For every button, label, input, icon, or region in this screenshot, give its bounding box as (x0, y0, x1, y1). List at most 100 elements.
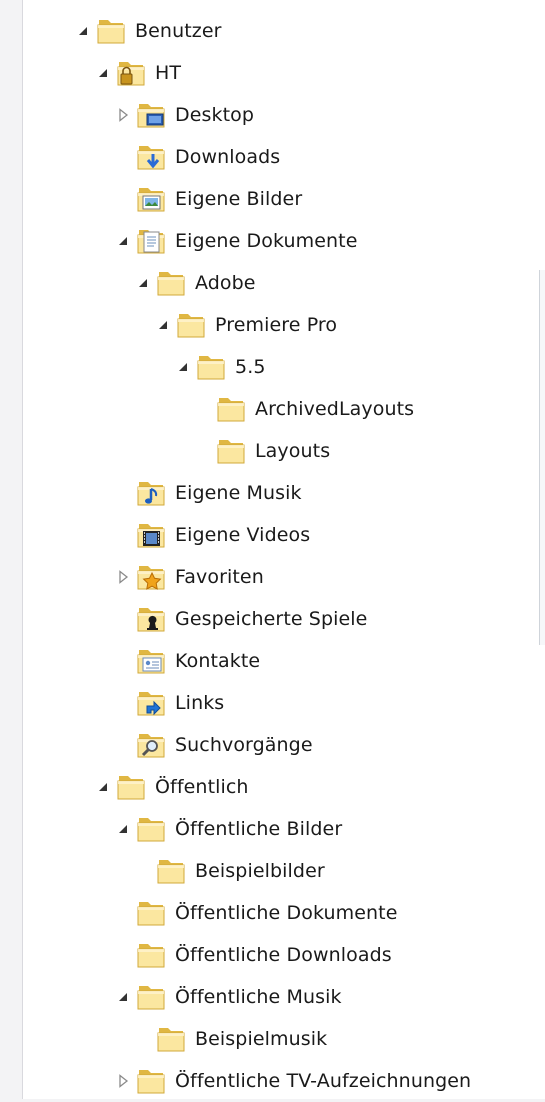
tree-item-label: Benutzer (135, 20, 222, 42)
expanded-arrow-icon[interactable] (153, 315, 173, 335)
tree-item-label: Adobe (195, 272, 256, 294)
tree-item-label: Suchvorgänge (175, 734, 313, 756)
tree-item[interactable]: Eigene Dokumente (113, 220, 358, 262)
documents-folder-icon (135, 225, 167, 257)
tree-item-label: Downloads (175, 146, 281, 168)
folder-icon (215, 393, 247, 425)
expanded-arrow-icon[interactable] (133, 273, 153, 293)
collapsed-arrow-icon[interactable] (113, 1071, 133, 1091)
tree-item-label: Beispielbilder (195, 860, 325, 882)
tree-item-label: Beispielmusik (195, 1028, 328, 1050)
music-folder-icon (135, 477, 167, 509)
tree-item[interactable]: Eigene Musik (113, 472, 302, 514)
expanded-arrow-icon[interactable] (113, 231, 133, 251)
folder-icon (155, 1023, 187, 1055)
folder-icon (135, 981, 167, 1013)
tree-item[interactable]: Suchvorgänge (113, 724, 313, 766)
tree-item[interactable]: Öffentliche Bilder (113, 808, 342, 850)
tree-item[interactable]: 5.5 (173, 346, 266, 388)
tree-item[interactable]: Downloads (113, 136, 280, 178)
tree-item-label: Öffentliche Dokumente (175, 902, 398, 924)
collapsed-arrow-icon[interactable] (113, 567, 133, 587)
tree-item[interactable]: Eigene Bilder (113, 178, 302, 220)
tree-item-label: Öffentlich (155, 776, 249, 798)
collapsed-arrow-icon[interactable] (113, 105, 133, 125)
tree-item[interactable]: Beispielmusik (133, 1018, 327, 1060)
tree-item[interactable]: Links (113, 682, 224, 724)
tree-item[interactable]: Kontakte (113, 640, 260, 682)
folder-icon (135, 813, 167, 845)
saved-games-folder-icon (135, 603, 167, 635)
tree-item-label: Layouts (255, 440, 331, 462)
downloads-folder-icon (135, 141, 167, 173)
pictures-folder-icon (135, 183, 167, 215)
tree-item-label: Links (175, 692, 225, 714)
tree-item[interactable]: Favoriten (113, 556, 264, 598)
tree-item[interactable]: HT (93, 52, 181, 94)
tree-item[interactable]: Öffentliche Downloads (113, 934, 392, 976)
scrollbar[interactable] (539, 270, 545, 645)
contacts-folder-icon (135, 645, 167, 677)
folder-icon (115, 771, 147, 803)
tree-item-label: Eigene Videos (175, 524, 311, 546)
folder-icon (155, 267, 187, 299)
tree-item-label: Eigene Dokumente (175, 230, 358, 252)
tree-item[interactable]: Layouts (193, 430, 330, 472)
folder-icon (195, 351, 227, 383)
folder-icon (135, 1065, 167, 1097)
tree-item-label: Desktop (175, 104, 255, 126)
tree-item-label: Eigene Bilder (175, 188, 303, 210)
tree-item-label: Öffentliche Downloads (175, 944, 392, 966)
expanded-arrow-icon[interactable] (93, 63, 113, 83)
tree-item-label: Eigene Musik (175, 482, 302, 504)
desktop-folder-icon (135, 99, 167, 131)
tree-item[interactable]: ArchivedLayouts (193, 388, 414, 430)
user-folder-lock-icon (115, 57, 147, 89)
tree-item[interactable]: Eigene Videos (113, 514, 310, 556)
tree-item[interactable]: Beispielbilder (133, 850, 325, 892)
tree-item-label: Favoriten (175, 566, 264, 588)
tree-item[interactable]: Öffentlich (93, 766, 249, 808)
tree-item-label: Premiere Pro (215, 314, 338, 336)
tree-item-label: Öffentliche Bilder (175, 818, 343, 840)
searches-folder-icon (135, 729, 167, 761)
folder-icon (135, 897, 167, 929)
tree-item-label: Gespeicherte Spiele (175, 608, 368, 630)
expanded-arrow-icon[interactable] (173, 357, 193, 377)
folder-icon (215, 435, 247, 467)
tree-item-label: ArchivedLayouts (255, 398, 415, 420)
folder-icon (135, 939, 167, 971)
tree-item[interactable]: Öffentliche TV-Aufzeichnungen (113, 1060, 471, 1102)
tree-item[interactable]: Öffentliche Musik (113, 976, 342, 1018)
folder-icon (95, 15, 127, 47)
tree-item[interactable]: Gespeicherte Spiele (113, 598, 367, 640)
tree-item-label: Kontakte (175, 650, 261, 672)
tree-item-label: HT (155, 62, 182, 84)
expanded-arrow-icon[interactable] (93, 777, 113, 797)
expanded-arrow-icon[interactable] (73, 21, 93, 41)
expanded-arrow-icon[interactable] (113, 819, 133, 839)
tree-item[interactable]: Premiere Pro (153, 304, 337, 346)
tree-item[interactable]: Adobe (133, 262, 256, 304)
links-folder-icon (135, 687, 167, 719)
favorites-folder-icon (135, 561, 167, 593)
tree-item[interactable]: Öffentliche Dokumente (113, 892, 397, 934)
tree-item[interactable]: Benutzer (73, 10, 222, 52)
folder-tree-panel: Benutzer HT Desktop Downloads Eigene Bilder E… (22, 0, 545, 1099)
tree-item-label: Öffentliche TV-Aufzeichnungen (175, 1070, 472, 1092)
tree-item[interactable]: Desktop (113, 94, 254, 136)
folder-icon (175, 309, 207, 341)
expanded-arrow-icon[interactable] (113, 987, 133, 1007)
